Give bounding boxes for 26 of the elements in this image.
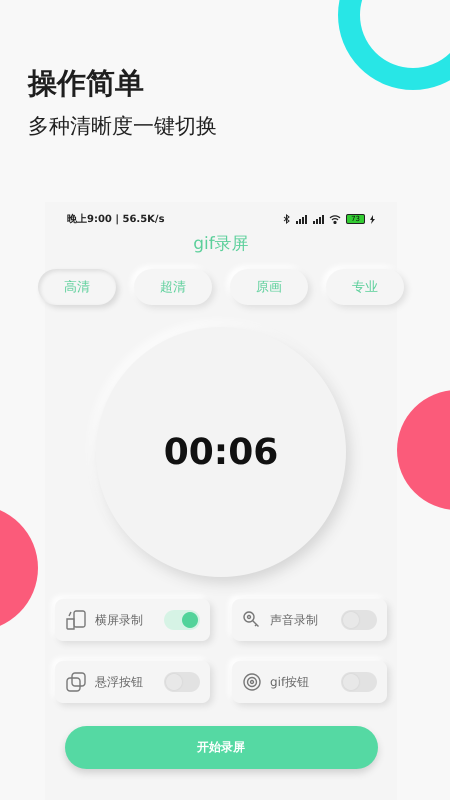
option-label: gif按钮: [270, 674, 310, 690]
copy-icon: [65, 671, 87, 693]
quality-tab[interactable]: 超清: [134, 269, 212, 305]
toggle-switch[interactable]: [341, 672, 377, 692]
app-title: gif录屏: [193, 233, 249, 255]
signal-icon: [295, 214, 308, 224]
signal-icon: [312, 214, 324, 224]
bluetooth-icon: [283, 214, 290, 224]
option-label: 横屏录制: [95, 612, 144, 628]
disc-icon: [242, 672, 262, 692]
toggle-switch[interactable]: [164, 672, 200, 692]
status-time: 晚上9:00 | 56.5K/s: [67, 212, 165, 226]
option-label: 声音录制: [270, 612, 319, 628]
charging-icon: [370, 214, 375, 224]
toggle-switch[interactable]: [164, 610, 200, 630]
quality-tab[interactable]: 高清: [38, 269, 116, 305]
subheadline: 多种清晰度一键切换: [28, 113, 218, 140]
toggle-switch[interactable]: [341, 610, 377, 630]
quality-tab[interactable]: 专业: [326, 269, 404, 305]
option-label: 悬浮按钮: [95, 674, 144, 690]
start-button[interactable]: 开始录屏: [64, 726, 378, 769]
wifi-icon: [329, 214, 342, 224]
timer-reading: 00:06: [164, 432, 278, 472]
rotate-screen-icon: [65, 609, 87, 631]
headline: 操作简单: [28, 65, 145, 102]
quality-tab[interactable]: 原画: [230, 269, 308, 305]
